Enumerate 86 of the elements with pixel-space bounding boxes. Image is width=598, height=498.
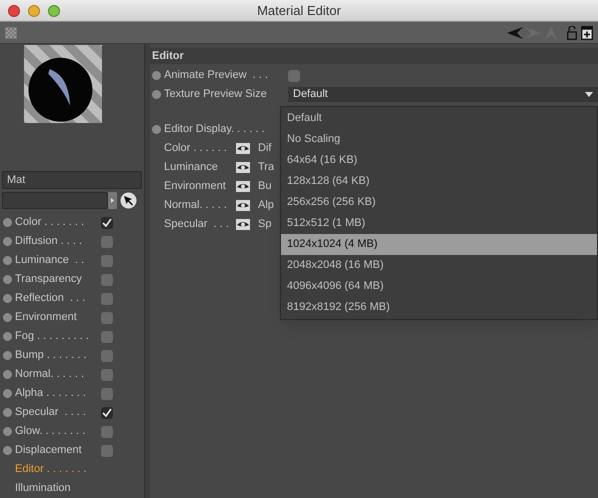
bullet-icon bbox=[152, 71, 161, 80]
bullet-icon bbox=[3, 351, 12, 360]
back-arrow-icon[interactable] bbox=[507, 26, 523, 38]
channel-item[interactable]: Environment bbox=[15, 309, 98, 326]
menu-item[interactable]: 128x128 (64 KB) bbox=[281, 171, 597, 192]
checkbox[interactable] bbox=[101, 330, 113, 342]
checkbox[interactable] bbox=[101, 292, 113, 304]
checkbox[interactable] bbox=[101, 406, 113, 418]
channel-item[interactable]: Illumination bbox=[15, 480, 98, 497]
eye-icon[interactable] bbox=[236, 162, 250, 173]
checkbox[interactable] bbox=[101, 274, 113, 286]
bullet-icon bbox=[3, 256, 12, 265]
display-label: Luminance bbox=[164, 160, 219, 176]
grip-icon[interactable] bbox=[5, 26, 17, 38]
eye-icon[interactable] bbox=[236, 200, 250, 211]
menu-item[interactable]: 8192x8192 (256 MB) bbox=[281, 297, 597, 318]
channel-item[interactable]: Normal. . . . . . bbox=[15, 366, 98, 383]
name-field[interactable]: Mat bbox=[2, 171, 142, 189]
channel-item[interactable]: Diffusion . . . . bbox=[15, 233, 98, 250]
menu-item[interactable]: No Scaling bbox=[281, 129, 597, 150]
channel-item[interactable]: Reflection . . . bbox=[15, 290, 98, 307]
close-button[interactable] bbox=[8, 4, 20, 16]
field-label: Animate Preview . . . bbox=[164, 68, 269, 84]
channel-item[interactable]: Editor . . . . . . . bbox=[15, 461, 98, 478]
channel-item[interactable]: Bump . . . . . . . bbox=[15, 347, 98, 364]
checkbox[interactable] bbox=[101, 444, 113, 456]
eye-icon[interactable] bbox=[236, 143, 250, 154]
menu-item[interactable]: 64x64 (16 KB) bbox=[281, 150, 597, 171]
section-header: Editor bbox=[150, 48, 598, 64]
channel-item[interactable]: Specular . . . . bbox=[15, 404, 98, 421]
eye-icon[interactable] bbox=[236, 219, 250, 230]
checkbox[interactable] bbox=[101, 350, 113, 362]
menu-item[interactable]: 256x256 (256 KB) bbox=[281, 192, 597, 213]
new-window-icon[interactable] bbox=[581, 26, 593, 40]
bullet-icon bbox=[3, 218, 12, 227]
maximize-button[interactable] bbox=[48, 4, 60, 16]
checkbox[interactable] bbox=[101, 236, 113, 248]
display-label: Specular . . . bbox=[164, 217, 230, 232]
display-label: Normal. . . . . bbox=[164, 198, 228, 214]
menu-item[interactable]: 1024x1024 (4 MB) bbox=[281, 234, 597, 255]
channel-item[interactable]: Transparency bbox=[15, 271, 98, 288]
display-label: Dif bbox=[258, 141, 272, 156]
bullet-icon bbox=[152, 125, 161, 134]
menu-item[interactable]: 512x512 (1 MB) bbox=[281, 213, 597, 234]
dropdown-field[interactable]: Default bbox=[288, 87, 598, 102]
display-label: Bu bbox=[258, 179, 272, 194]
checkbox[interactable] bbox=[101, 388, 113, 400]
menu-item[interactable]: 4096x4096 (64 MB) bbox=[281, 276, 597, 297]
bullet-icon bbox=[3, 446, 12, 455]
caret-icon bbox=[585, 92, 593, 97]
menu-item[interactable]: Default bbox=[281, 108, 597, 129]
bullet-icon bbox=[3, 370, 12, 379]
field-label: Texture Preview Size bbox=[164, 87, 268, 102]
menu-item[interactable]: 2048x2048 (16 MB) bbox=[281, 255, 597, 276]
bullet-icon bbox=[152, 90, 161, 99]
checkbox[interactable] bbox=[101, 216, 113, 228]
eye-icon[interactable] bbox=[236, 181, 250, 192]
channel-item[interactable]: Glow. . . . . . . . bbox=[15, 423, 98, 440]
checkbox[interactable] bbox=[101, 254, 113, 266]
channel-item[interactable]: Color . . . . . . . bbox=[15, 214, 98, 231]
link-field[interactable] bbox=[2, 192, 108, 209]
bullet-icon bbox=[3, 313, 12, 322]
bullet-icon bbox=[3, 427, 12, 436]
checkbox[interactable] bbox=[288, 70, 300, 82]
bullet-icon bbox=[3, 332, 12, 341]
bullet-icon bbox=[3, 275, 12, 284]
pointer-icon[interactable] bbox=[120, 192, 137, 209]
bullet-icon bbox=[3, 237, 12, 246]
channel-item[interactable]: Alpha . . . . . . . bbox=[15, 385, 98, 402]
bullet-icon bbox=[3, 389, 12, 398]
channel-item[interactable]: Displacement bbox=[15, 442, 98, 459]
display-label: Color . . . . . . bbox=[164, 141, 228, 156]
display-label: Sp bbox=[258, 217, 272, 232]
checkbox[interactable] bbox=[101, 368, 113, 380]
display-label: Tra bbox=[258, 160, 274, 176]
bullet-icon bbox=[3, 408, 12, 417]
window-title: Material Editor bbox=[257, 2, 341, 20]
channel-item[interactable]: Luminance . . bbox=[15, 252, 98, 269]
field-label: Editor Display. . . . . . bbox=[164, 122, 265, 138]
bullet-icon bbox=[3, 294, 12, 303]
checkbox[interactable] bbox=[101, 312, 113, 324]
minimize-button[interactable] bbox=[28, 4, 40, 16]
display-label: Alp bbox=[258, 198, 274, 214]
channel-item[interactable]: Fog . . . . . . . . . bbox=[15, 328, 98, 345]
display-label: Environment bbox=[164, 179, 227, 194]
checkbox[interactable] bbox=[101, 426, 113, 438]
